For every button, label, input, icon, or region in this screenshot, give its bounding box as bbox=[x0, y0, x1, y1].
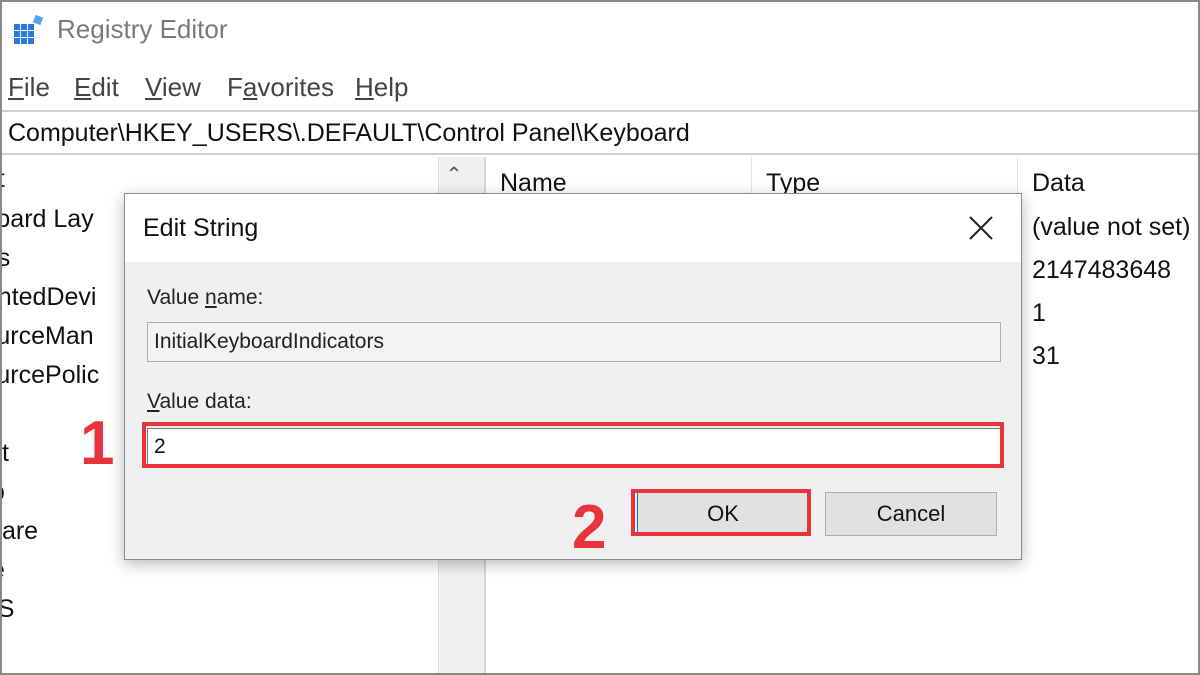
title-bar: Registry Editor bbox=[0, 0, 1200, 62]
close-icon[interactable] bbox=[961, 208, 1001, 248]
tree-item[interactable]: sourcePolic bbox=[0, 361, 99, 390]
window-title: Registry Editor bbox=[57, 14, 228, 44]
data-cell[interactable]: 31 bbox=[1032, 342, 1060, 371]
tree-item[interactable]: ountedDevi bbox=[0, 283, 96, 312]
tree-item[interactable]: lect bbox=[0, 439, 9, 468]
value-name-label: Value name: bbox=[147, 286, 264, 309]
tree-item[interactable]: aaS bbox=[0, 595, 14, 624]
tree-item[interactable]: PA bbox=[0, 634, 2, 663]
step-1-annotation: 1 bbox=[80, 409, 115, 478]
tree-item[interactable]: ftware bbox=[0, 517, 38, 546]
address-bar[interactable]: Computer\HKEY_USERS\.DEFAULT\Control Pan… bbox=[0, 110, 1200, 155]
scroll-up-icon[interactable]: ⌃ bbox=[439, 157, 468, 193]
cancel-button[interactable]: Cancel bbox=[825, 492, 997, 536]
registry-editor-window: Registry Editor File Edit View Favorites… bbox=[0, 0, 1200, 675]
data-cell[interactable]: 2147483648 bbox=[1032, 256, 1171, 285]
step2-highlight-box bbox=[631, 489, 811, 536]
tree-item[interactable]: out bbox=[0, 165, 5, 194]
menu-favorites[interactable]: Favorites bbox=[227, 72, 334, 103]
tree-item[interactable]: aps bbox=[0, 244, 10, 273]
menu-help[interactable]: Help bbox=[355, 72, 408, 103]
registry-editor-icon bbox=[14, 14, 44, 44]
menu-view[interactable]: View bbox=[145, 72, 201, 103]
tree-item[interactable]: tup bbox=[0, 478, 5, 507]
data-cell[interactable]: (value not set) bbox=[1032, 213, 1190, 242]
value-data-label: Value data: bbox=[147, 390, 252, 413]
data-cell[interactable]: 1 bbox=[1032, 299, 1046, 328]
dialog-title-bar: Edit String bbox=[125, 194, 1021, 262]
tree-item[interactable]: ate bbox=[0, 556, 5, 585]
value-name-field: InitialKeyboardIndicators bbox=[147, 322, 1001, 362]
tree-item[interactable]: sourceMan bbox=[0, 322, 94, 351]
dialog-title: Edit String bbox=[143, 214, 259, 242]
step-2-annotation: 2 bbox=[572, 493, 607, 562]
menu-edit[interactable]: Edit bbox=[74, 72, 119, 103]
tree-item[interactable]: yboard Lay bbox=[0, 205, 94, 234]
address-path[interactable]: Computer\HKEY_USERS\.DEFAULT\Control Pan… bbox=[8, 119, 690, 148]
menu-file[interactable]: File bbox=[8, 72, 50, 103]
column-header-data[interactable]: Data bbox=[1018, 157, 1200, 205]
menu-bar: File Edit View Favorites Help bbox=[0, 66, 1200, 108]
step1-highlight-box bbox=[142, 422, 1004, 468]
